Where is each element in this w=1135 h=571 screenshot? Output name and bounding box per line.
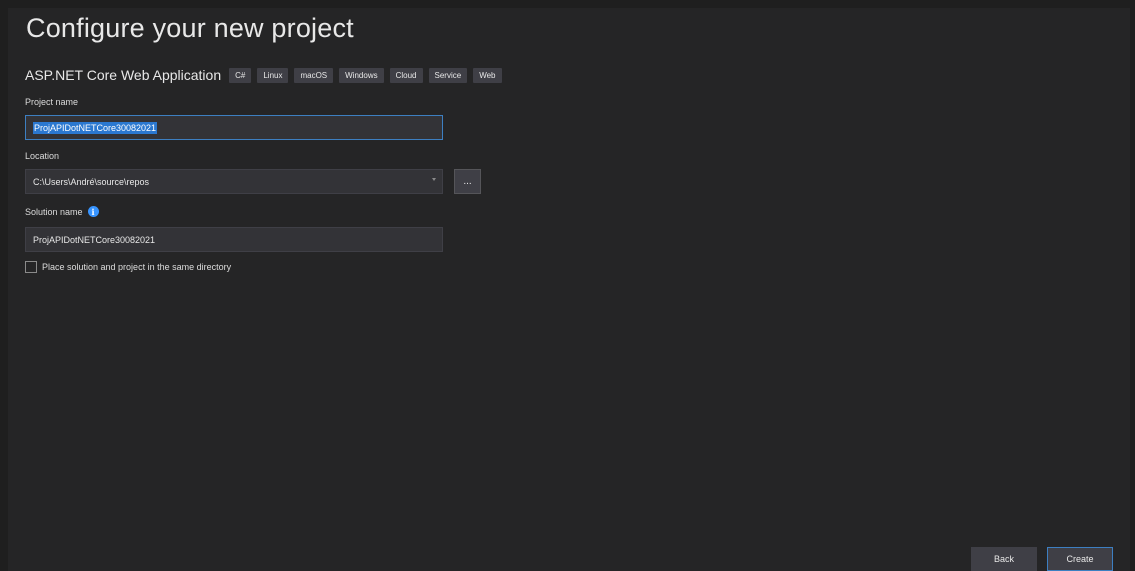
page-title: Configure your new project	[26, 13, 354, 43]
create-button[interactable]: Create	[1047, 547, 1113, 571]
tag-service: Service	[428, 67, 468, 83]
tag-macos: macOS	[294, 67, 334, 83]
location-label: Location	[25, 151, 60, 161]
project-name-label: Project name	[25, 97, 79, 107]
tag-linux: Linux	[257, 67, 289, 83]
solution-name-input[interactable]: ProjAPIDotNETCore30082021	[25, 227, 443, 252]
tag-web: Web	[473, 67, 502, 83]
browse-location-button[interactable]: ...	[454, 169, 481, 194]
project-name-input[interactable]: ProjAPIDotNETCore30082021	[25, 115, 443, 140]
template-header: ASP.NET Core Web Application C# Linux ma…	[25, 65, 508, 85]
solution-name-value: ProjAPIDotNETCore30082021	[33, 234, 156, 245]
location-combobox[interactable]: C:\Users\André\source\repos	[25, 169, 443, 194]
same-directory-checkbox[interactable]	[25, 261, 37, 273]
tag-cloud: Cloud	[389, 67, 423, 83]
tag-csharp: C#	[229, 67, 252, 83]
template-name: ASP.NET Core Web Application	[25, 67, 222, 83]
configure-project-dialog: Configure your new project ASP.NET Core …	[8, 8, 1130, 571]
location-value: C:\Users\André\source\repos	[33, 176, 150, 187]
solution-name-label: Solution name	[25, 206, 83, 217]
back-button[interactable]: Back	[971, 547, 1037, 571]
same-directory-label: Place solution and project in the same d…	[42, 262, 232, 272]
tag-windows: Windows	[339, 67, 384, 83]
info-icon[interactable]: i	[87, 206, 99, 217]
chevron-down-icon[interactable]	[432, 178, 436, 181]
project-name-value: ProjAPIDotNETCore30082021	[33, 121, 158, 134]
solution-name-label-row: Solution name i	[25, 206, 99, 217]
same-directory-option[interactable]: Place solution and project in the same d…	[25, 261, 231, 273]
